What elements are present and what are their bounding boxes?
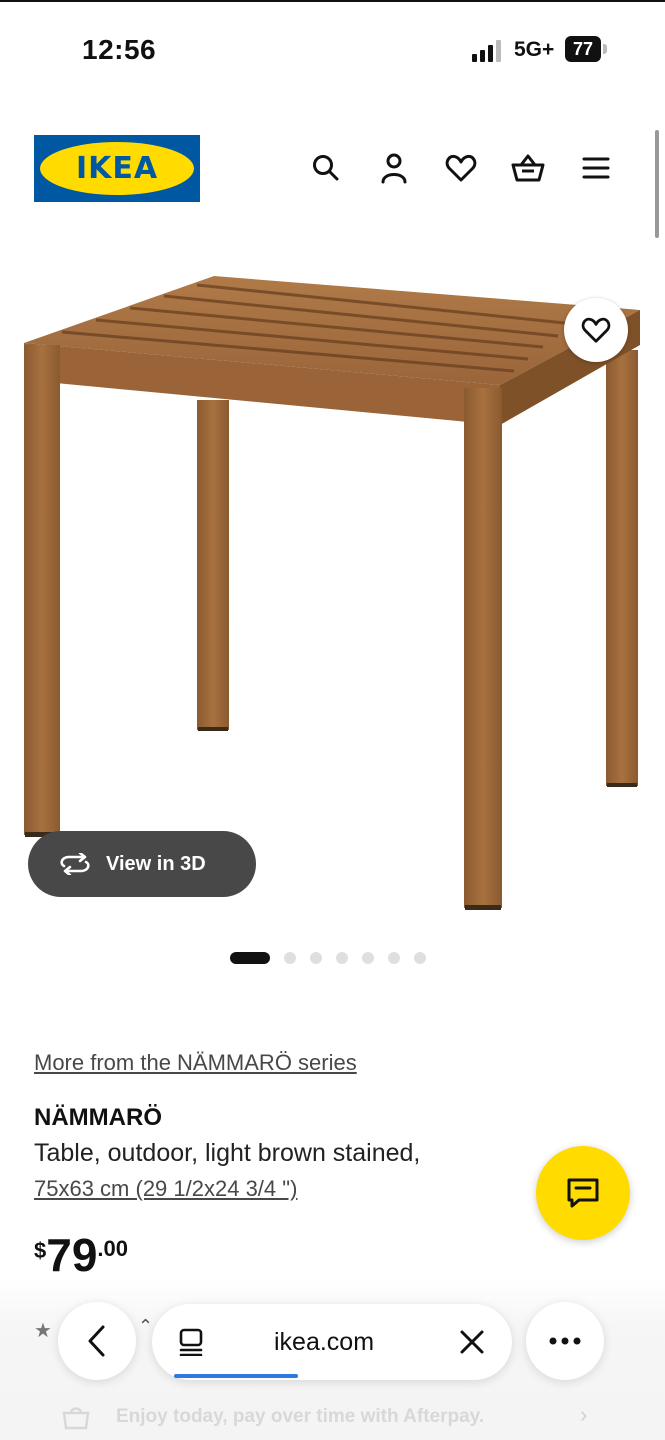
signal-icon: [470, 40, 506, 62]
gallery-dot[interactable]: [310, 952, 322, 964]
page-load-progress: [174, 1374, 298, 1378]
product-name: NÄMMARÖ: [34, 1104, 162, 1131]
ikea-logo[interactable]: IKEA: [34, 135, 200, 202]
product-description: Table, outdoor, light brown stained,: [34, 1139, 421, 1167]
basket-icon[interactable]: [510, 150, 546, 186]
view-in-3d-label: View in 3D: [106, 852, 206, 875]
address-bar[interactable]: ikea.com: [152, 1304, 512, 1380]
afterpay-bag-icon: [62, 1407, 90, 1430]
gallery-dot[interactable]: [362, 952, 374, 964]
tabs-icon[interactable]: [178, 1328, 204, 1361]
product-image-table[interactable]: [0, 250, 665, 930]
gallery-dot[interactable]: [336, 952, 348, 964]
page-scrollbar[interactable]: [655, 130, 659, 238]
search-icon[interactable]: [308, 150, 344, 186]
view-in-3d-button[interactable]: View in 3D: [28, 831, 256, 897]
price-integer: 79: [46, 1229, 98, 1281]
heart-icon: [581, 317, 611, 343]
url-text[interactable]: ikea.com: [274, 1328, 374, 1357]
status-time: 12:56: [82, 34, 157, 65]
gallery-dot[interactable]: [284, 952, 296, 964]
heart-icon[interactable]: [443, 150, 479, 186]
gallery-pagination[interactable]: [230, 950, 426, 966]
gallery-dot-active[interactable]: [230, 952, 270, 964]
gallery-dot[interactable]: [414, 952, 426, 964]
battery-cap: [603, 44, 607, 54]
gallery-dot[interactable]: [388, 952, 400, 964]
browser-back-button[interactable]: [58, 1302, 136, 1380]
network-label: 5G+: [514, 38, 555, 61]
price-currency: $: [34, 1238, 47, 1263]
chevron-left-icon: [88, 1325, 105, 1357]
battery-icon: 77: [565, 36, 601, 62]
chevron-right-icon: ›: [580, 1402, 588, 1427]
save-favourite-button[interactable]: [564, 298, 628, 362]
more-icon: [549, 1337, 581, 1345]
price-decimal: .00: [97, 1236, 129, 1261]
star-icon: ★: [34, 1320, 52, 1342]
chat-icon: [567, 1178, 599, 1208]
partial-icon: ⌃: [138, 1316, 154, 1336]
afterpay-banner[interactable]: Enjoy today, pay over time with Afterpay…: [60, 1402, 600, 1432]
top-edge: [0, 0, 665, 2]
close-icon[interactable]: [458, 1328, 486, 1361]
logo-oval: IKEA: [40, 142, 194, 195]
afterpay-text: Enjoy today, pay over time with Afterpay…: [116, 1406, 485, 1427]
rotate-3d-icon: [60, 853, 90, 875]
account-icon[interactable]: [376, 150, 412, 186]
menu-icon[interactable]: [578, 150, 614, 186]
logo-text: IKEA: [75, 151, 159, 186]
more-options-button[interactable]: [526, 1302, 604, 1380]
product-size-link[interactable]: 75x63 cm (29 1/2x24 3/4 "): [34, 1176, 297, 1202]
series-link[interactable]: More from the NÄMMARÖ series: [34, 1050, 357, 1076]
chat-button[interactable]: [536, 1146, 630, 1240]
product-price: $ 79 .00: [34, 1232, 128, 1278]
